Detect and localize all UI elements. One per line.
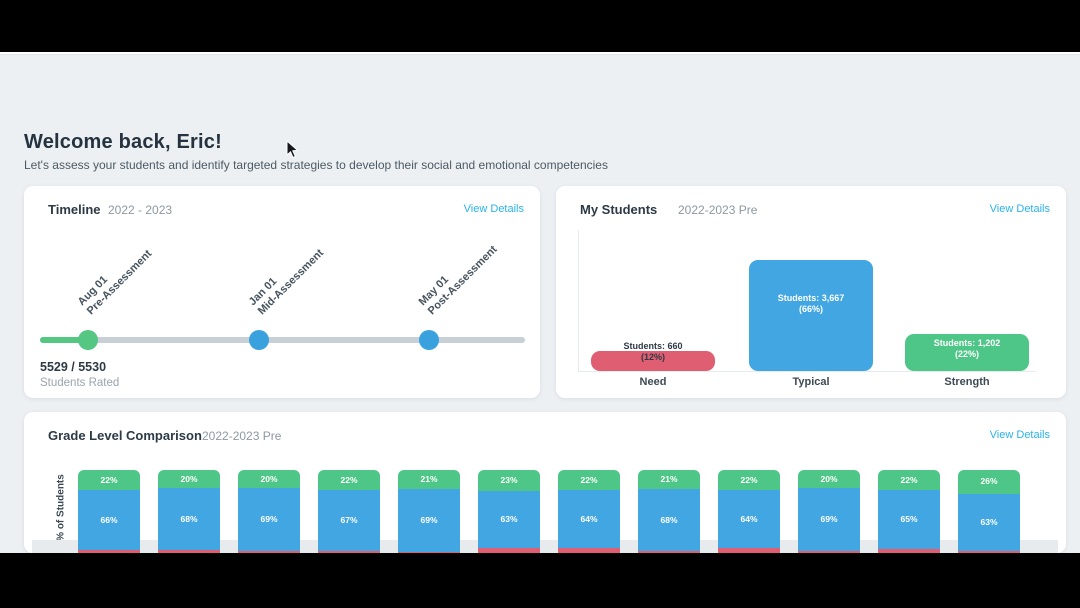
stacked-bar[interactable]: 26% 63% [958, 470, 1020, 553]
x-axis-category-label: Need [639, 376, 667, 388]
bar-value-label: Students: 3,667 (66%) [777, 293, 845, 314]
segment-strength: 20% [798, 470, 860, 489]
grade-card-period: 2022-2023 Pre [202, 429, 282, 443]
stacked-bar[interactable]: 20% 69% [798, 470, 860, 553]
segment-percent-label: 20% [180, 473, 198, 484]
segment-strength: 26% [958, 470, 1020, 494]
bar-typical[interactable] [749, 260, 873, 371]
segment-typical: 67% [318, 490, 380, 551]
stacked-bar[interactable]: 20% 69% [238, 470, 300, 553]
segment-typical: 68% [158, 488, 220, 551]
segment-percent-label: 68% [180, 513, 198, 524]
segment-percent-label: 26% [980, 476, 998, 487]
grade-level-comparison-card: Grade Level Comparison 2022-2023 Pre Vie… [24, 412, 1066, 553]
segment-typical: 64% [718, 490, 780, 549]
segment-percent-label: 69% [820, 514, 838, 525]
x-axis-line [578, 371, 1036, 372]
segment-percent-label: 69% [260, 514, 278, 525]
segment-percent-label: 64% [580, 513, 598, 524]
segment-typical: 69% [238, 488, 300, 551]
my-students-card-title: My Students [580, 202, 658, 217]
segment-strength: 21% [398, 470, 460, 490]
segment-percent-label: 22% [100, 474, 118, 485]
segment-percent-label: 65% [900, 514, 918, 525]
x-axis-category-label: Typical [792, 376, 830, 388]
segment-percent-label: 63% [980, 516, 998, 527]
segment-percent-label: 22% [580, 474, 598, 485]
segment-typical: 64% [558, 490, 620, 549]
milestone-label-mid: Jan 01 Mid-Assessment [247, 238, 327, 318]
x-axis-category-label: Strength [944, 376, 990, 388]
page-subtitle: Let's assess your students and identify … [24, 158, 608, 172]
segment-strength: 20% [158, 470, 220, 489]
milestone-label-pre: Aug 01 Pre-Assessment [76, 239, 155, 318]
timeline-dot-pre-assessment[interactable] [78, 330, 98, 350]
stacked-bar[interactable]: 22% 65% [878, 470, 940, 553]
stacked-bar[interactable]: 21% 68% [638, 470, 700, 553]
segment-percent-label: 64% [740, 513, 758, 524]
segment-strength: 22% [78, 470, 140, 491]
segment-percent-label: 21% [660, 474, 678, 485]
stacked-bar[interactable]: 20% 68% [158, 470, 220, 553]
students-rated-label: Students Rated [40, 377, 120, 389]
segment-percent-label: 22% [340, 474, 358, 485]
segment-percent-label: 21% [420, 474, 438, 485]
timeline-track[interactable] [40, 337, 525, 343]
stacked-bar[interactable]: 23% 63% [478, 470, 540, 553]
segment-percent-label: 63% [500, 514, 518, 525]
grade-view-details-link[interactable]: View Details [990, 429, 1050, 441]
segment-percent-label: 20% [260, 473, 278, 484]
segment-percent-label: 66% [100, 514, 118, 525]
segment-percent-label: 68% [660, 514, 678, 525]
segment-typical: 68% [638, 489, 700, 551]
segment-typical: 65% [878, 490, 940, 550]
my-students-card-period: 2022-2023 Pre [678, 203, 758, 217]
page-title: Welcome back, Eric! [24, 131, 222, 153]
stacked-bar[interactable]: 22% 66% [78, 470, 140, 553]
segment-strength: 22% [558, 470, 620, 491]
grade-chart-y-axis-label: % of Students [55, 474, 67, 541]
stacked-bar[interactable]: 22% 67% [318, 470, 380, 553]
letterbox-top [0, 0, 1080, 52]
timeline-card-title: Timeline [48, 202, 101, 217]
y-axis-line [578, 230, 579, 371]
segment-strength: 21% [638, 470, 700, 490]
bar-value-label: Students: 1,202 (22%) [933, 338, 1001, 359]
segment-percent-label: 22% [740, 474, 758, 485]
segment-percent-label: 69% [420, 515, 438, 525]
milestone-label-post: May 01 Post-Assessment [417, 234, 501, 318]
segment-typical: 63% [958, 493, 1020, 551]
segment-typical: 63% [478, 490, 540, 549]
letterbox-bottom [0, 553, 1080, 608]
timeline-card: Timeline 2022 - 2023 View Details Aug 01… [24, 186, 540, 398]
segment-strength: 20% [238, 470, 300, 489]
students-rated-value: 5529 / 5530 [40, 360, 107, 374]
timeline-dot-post-assessment[interactable] [419, 330, 439, 350]
segment-percent-label: 22% [900, 474, 918, 485]
segment-percent-label: 67% [340, 515, 358, 525]
segment-typical: 66% [78, 490, 140, 551]
stacked-bar[interactable]: 22% 64% [718, 470, 780, 553]
segment-strength: 23% [478, 470, 540, 491]
segment-percent-label: 23% [500, 474, 518, 485]
segment-strength: 22% [878, 470, 940, 491]
segment-typical: 69% [398, 489, 460, 552]
timeline-dot-mid-assessment[interactable] [249, 330, 269, 350]
timeline-view-details-link[interactable]: View Details [464, 203, 524, 215]
segment-percent-label: 20% [820, 473, 838, 484]
stacked-bar[interactable]: 22% 64% [558, 470, 620, 553]
my-students-card: My Students 2022-2023 Pre View Details S… [556, 186, 1066, 398]
stacked-bar[interactable]: 21% 69% [398, 470, 460, 553]
my-students-view-details-link[interactable]: View Details [990, 203, 1050, 215]
segment-typical: 69% [798, 488, 860, 551]
bar-value-label: Students: 660 (12%) [623, 341, 683, 362]
segment-strength: 22% [318, 470, 380, 491]
segment-strength: 22% [718, 470, 780, 491]
grade-card-title: Grade Level Comparison [48, 428, 202, 443]
timeline-card-period: 2022 - 2023 [108, 203, 173, 217]
